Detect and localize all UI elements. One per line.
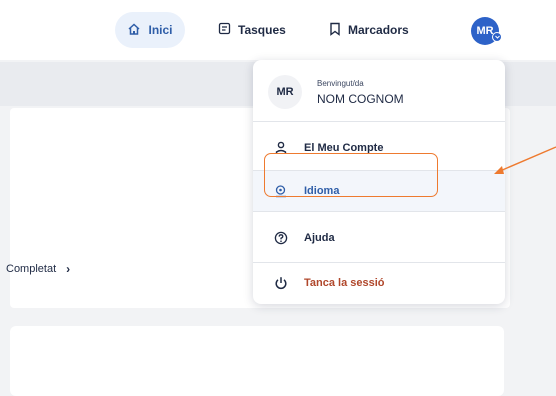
annotation-arrow-icon bbox=[494, 146, 556, 174]
